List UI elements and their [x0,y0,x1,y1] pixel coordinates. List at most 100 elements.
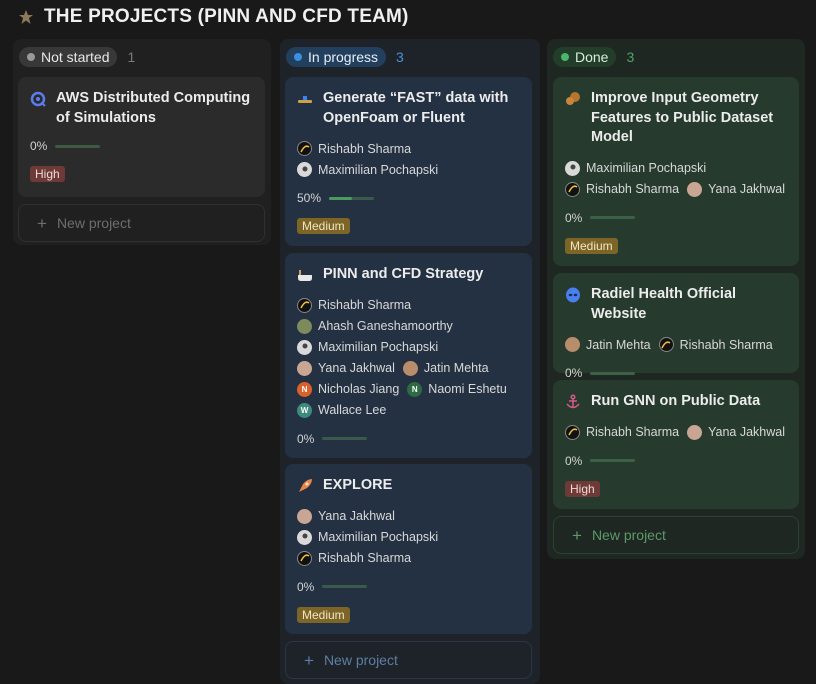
status-label: Done [575,49,609,65]
card-title: Improve Input Geometry Features to Publi… [591,90,774,145]
project-card[interactable]: EXPLORE Yana Jakhwal Maximilian Pochapsk… [285,464,532,634]
avatar [297,550,312,566]
column-not-started: Not started 1 AWS Distributed Computing … [13,39,271,245]
new-project-button[interactable]: + New project [18,204,265,242]
page-icon[interactable] [18,9,34,25]
person[interactable]: W Wallace Lee [297,402,386,418]
progress: 0% [565,365,787,381]
progress-label: 0% [30,139,48,153]
person[interactable]: Ahash Ganeshamoorthy [297,318,453,334]
avatar [297,339,312,355]
person[interactable]: Jatin Mehta [565,337,651,352]
squirrel-icon [565,91,581,107]
project-card[interactable]: Generate “FAST” data with OpenFoam or Fl… [285,77,532,246]
progress-bar [55,144,101,148]
card-title: AWS Distributed Computing of Simulations [56,90,251,126]
people-list: Jatin Mehta Rishabh Sharma [565,334,787,355]
status-label: Not started [41,49,110,65]
project-card[interactable]: AWS Distributed Computing of Simulations… [18,77,265,197]
avatar [297,162,312,177]
plus-icon: + [37,213,47,233]
card-title: Generate “FAST” data with OpenFoam or Fl… [323,90,509,126]
person[interactable]: Rishabh Sharma [565,181,679,197]
card-title: EXPLORE [323,477,393,493]
progress: 0% [565,453,787,469]
progress-label: 0% [297,579,315,594]
new-project-label: New project [56,215,131,231]
progress-label: 0% [297,431,315,446]
person[interactable]: Maximilian Pochapski [565,160,706,176]
project-card[interactable]: PINN and CFD Strategy Rishabh Sharma Aha… [285,253,532,458]
column-header: Done 3 [553,47,634,67]
project-card[interactable]: Run GNN on Public Data Rishabh Sharma Ya… [553,380,799,509]
person[interactable]: Rishabh Sharma [658,337,773,352]
column-in-progress: In progress 3 Generate “FAST” data with … [280,39,540,684]
person[interactable]: Rishabh Sharma [565,424,679,440]
priority-tag: Medium [297,606,350,623]
people-list: Rishabh Sharma Maximilian Pochapski [297,138,520,180]
avatar: N [407,381,423,397]
people-list: Yana Jakhwal Maximilian Pochapski Rishab… [297,506,520,569]
avatar [402,360,418,376]
card-title: PINN and CFD Strategy [323,266,484,282]
person[interactable]: N Nicholas Jiang [297,381,399,397]
person[interactable]: Maximilian Pochapski [297,529,438,545]
avatar [687,424,703,440]
status-label: In progress [308,49,379,65]
status-dot [561,53,569,61]
priority-tag: High [565,480,600,497]
new-project-button[interactable]: + New project [285,641,532,679]
new-project-button[interactable]: + New project [553,516,799,554]
column-count: 3 [626,49,635,65]
person[interactable]: Maximilian Pochapski [297,162,438,177]
progress-label: 0% [565,366,583,380]
new-project-label: New project [591,527,666,543]
progress: 0% [565,210,787,226]
progress-bar [322,585,368,588]
avatar [565,160,580,176]
alien-icon [565,287,581,303]
people-list: Maximilian Pochapski Rishabh Sharma Yana… [565,158,787,200]
plus-icon: + [304,650,314,670]
progress: 0% [297,579,520,595]
progress-label: 0% [565,453,583,468]
avatar [658,337,674,352]
person[interactable]: Rishabh Sharma [297,141,411,156]
person[interactable]: Yana Jakhwal [687,181,785,197]
avatar [297,360,312,376]
people-list: Rishabh Sharma Ahash Ganeshamoorthy Maxi… [297,295,520,421]
status-pill-not-started[interactable]: Not started [19,47,118,67]
person[interactable]: Yana Jakhwal [297,508,395,524]
priority-tag: Medium [297,218,350,234]
column-header: Not started 1 [19,47,135,67]
avatar [297,529,312,545]
avatar: N [297,381,312,397]
avatar [565,181,580,197]
person[interactable]: Rishabh Sharma [297,550,411,566]
avatar: W [297,402,312,418]
page-header: THE PROJECTS (PINN AND CFD TEAM) [18,4,409,30]
project-card[interactable]: Improve Input Geometry Features to Publi… [553,77,799,266]
progress: 0% [297,431,520,447]
person[interactable]: Maximilian Pochapski [297,339,438,355]
status-pill-in-progress[interactable]: In progress [286,47,387,67]
person[interactable]: Yana Jakhwal [297,360,395,376]
column-done: Done 3 Improve Input Geometry Features t… [547,39,805,559]
person[interactable]: Rishabh Sharma [297,297,411,313]
status-dot [294,53,302,61]
bathtub-icon [297,267,313,283]
progress: 0% [30,138,253,154]
progress-label: 0% [565,210,583,225]
column-count: 1 [127,49,136,65]
status-pill-done[interactable]: Done [553,47,617,67]
person[interactable]: Yana Jakhwal [687,424,785,440]
anchor-icon [565,394,581,410]
person[interactable]: N Naomi Eshetu [407,381,507,397]
plus-icon: + [572,525,582,545]
project-card[interactable]: Radiel Health Official Website Jatin Meh… [553,273,799,380]
progress-bar [590,216,636,219]
progress-bar [329,196,375,200]
avatar [297,318,312,334]
progress-label: 50% [297,191,322,205]
person[interactable]: Jatin Mehta [402,360,489,376]
